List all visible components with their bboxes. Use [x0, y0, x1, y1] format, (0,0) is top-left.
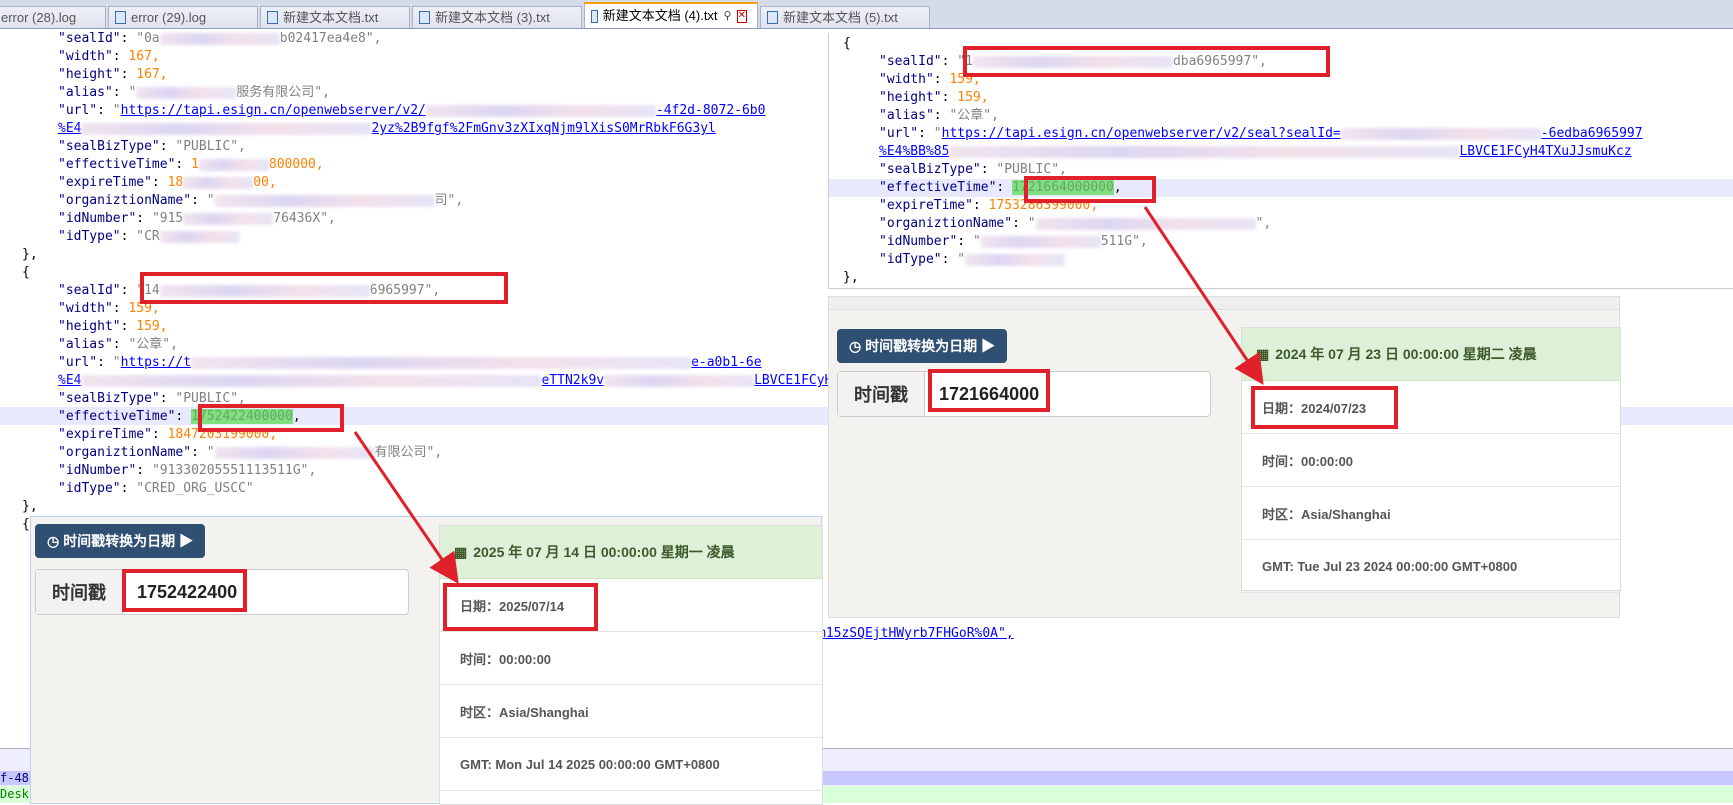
tab-label: error (29).log	[131, 9, 207, 25]
tab-new-text-doc-3[interactable]: 新建文本文档 (3).txt	[412, 6, 582, 28]
result-gmt: GMT: Mon Jul 14 2025 00:00:00 GMT+0800	[440, 738, 822, 791]
code-line: {	[22, 265, 30, 280]
code-line: "organiztionName": " ",	[879, 216, 1272, 231]
tab-label: 新建文本文档 (4).txt	[602, 8, 718, 23]
code-line: {	[22, 517, 30, 532]
convert-button-label: 时间戳转换为日期	[865, 338, 978, 354]
highlight-box-timestamp-right	[928, 369, 1050, 412]
tab-bar: error (28).log error (29).log 新建文本文档.txt…	[0, 0, 1733, 29]
highlight-box-effective-right	[1024, 176, 1156, 203]
play-icon: ▶	[179, 533, 193, 549]
code-line: "sealBizType": "PUBLIC",	[58, 139, 246, 154]
highlight-box-effective-left	[198, 404, 344, 432]
result-header: ▦ 2024 年 07 月 23 日 00:00:00 星期二 凌晨	[1242, 328, 1620, 381]
highlight-box-timestamp-left	[122, 569, 247, 612]
tab-label: 新建文本文档 (5).txt	[783, 9, 898, 25]
code-line: "idNumber": "915 76436X",	[58, 211, 336, 226]
code-line: %E4 eTTN2k9v LBVCE1FCyH4TX	[58, 373, 856, 388]
tab-label: 新建文本文档 (3).txt	[435, 9, 550, 25]
code-line: %E4%BB%85 LBVCE1FCyH4TXuJJsmuKcz	[879, 144, 1632, 159]
code-line: "height": 159,	[879, 90, 989, 105]
code-line: "url": "https://t e-a0b1-6e	[58, 355, 762, 370]
play-icon: ▶	[981, 338, 995, 354]
result-time: 时间：00:00:00	[1242, 434, 1620, 487]
bottom-line: Desk	[0, 787, 29, 801]
tab-label: error (28).log	[1, 9, 77, 25]
code-line: "idNumber": "91330205551113511G",	[58, 463, 317, 478]
tab-new-text-doc-4[interactable]: 新建文本文档 (4).txt ⚲ ✕	[584, 2, 758, 28]
result-gmt: GMT: Tue Jul 23 2024 00:00:00 GMT+0800	[1242, 540, 1620, 593]
code-line: {	[843, 36, 851, 51]
close-icon[interactable]: ✕	[736, 9, 747, 23]
convert-button[interactable]: ◷ 时间戳转换为日期 ▶	[837, 329, 1007, 363]
result-header-text: 2024 年 07 月 23 日 00:00:00 星期二 凌晨	[1275, 346, 1537, 362]
code-line: "alias": " 服务有限公司",	[58, 85, 330, 100]
tab-error-29[interactable]: error (29).log	[108, 6, 258, 28]
code-line: "width": 167,	[58, 49, 160, 64]
code-line: "organiztionName": " 有限公司",	[58, 445, 443, 460]
result-header-text: 2025 年 07 月 14 日 00:00:00 星期一 凌晨	[473, 544, 735, 560]
timestamp-label: 时间戳	[838, 372, 925, 416]
tab-new-text-doc[interactable]: 新建文本文档.txt	[260, 6, 410, 28]
clock-icon: ◷	[849, 338, 862, 354]
code-line: "alias": "公章",	[58, 337, 178, 352]
convert-button-label: 时间戳转换为日期	[63, 533, 176, 549]
code-line: "effectiveTime": 1 800000,	[58, 157, 324, 172]
result-time: 时间：00:00:00	[440, 632, 822, 685]
code-fragment: m15zSQEjtHWyrb7FHGoR%0A",	[818, 626, 1014, 641]
clock-icon: ◷	[47, 533, 60, 549]
code-line: },	[22, 247, 38, 262]
code-line: },	[22, 499, 38, 514]
code-line: },	[843, 270, 859, 285]
code-line: "url": "https://tapi.esign.cn/openwebser…	[879, 126, 1643, 141]
code-line: "organiztionName": " 司",	[58, 193, 464, 208]
file-icon	[767, 11, 778, 24]
bottom-line: f-48	[0, 771, 29, 785]
code-line: "sealId": "0a b02417ea4e8",	[58, 31, 382, 46]
code-line: "expireTime": 18 00,	[58, 175, 277, 190]
convert-button[interactable]: ◷ 时间戳转换为日期 ▶	[35, 524, 205, 558]
code-line: "height": 167,	[58, 67, 168, 82]
calendar-icon: ▦	[454, 543, 468, 560]
code-line: %E4 2yz%2B9fgf%2FmGnv3zXIxqNjm9lXisS0MrRb…	[58, 121, 716, 136]
tab-new-text-doc-5[interactable]: 新建文本文档 (5).txt	[760, 6, 930, 28]
calendar-icon: ▦	[1256, 345, 1270, 362]
highlight-box-date-right	[1251, 386, 1398, 429]
result-timezone: 时区：Asia/Shanghai	[1242, 487, 1620, 540]
code-line: "alias": "公章",	[879, 108, 999, 123]
code-line: "url": "https://tapi.esign.cn/openwebser…	[58, 103, 766, 118]
code-line: "idType": "CRED_ORG_USCC"	[58, 481, 254, 496]
timestamp-converter-left: ◷ 时间戳转换为日期 ▶ 时间戳 1752422400 ▦ 2025 年 07 月…	[30, 516, 823, 805]
tab-error-28[interactable]: error (28).log	[0, 6, 106, 28]
file-icon	[115, 11, 126, 24]
file-icon	[267, 11, 278, 24]
result-card: ▦ 2024 年 07 月 23 日 00:00:00 星期二 凌晨 日期：202…	[1241, 327, 1621, 593]
code-line: "idType": "CR	[58, 228, 240, 246]
code-line: "idNumber": " 511G",	[879, 234, 1148, 249]
timestamp-label: 时间戳	[36, 570, 123, 614]
file-icon	[419, 11, 430, 24]
file-icon	[591, 9, 598, 23]
highlight-box-sealid-right	[963, 46, 1330, 77]
code-line: "height": 159,	[58, 319, 168, 334]
highlight-box-date-left	[443, 583, 598, 631]
result-header: ▦ 2025 年 07 月 14 日 00:00:00 星期一 凌晨	[440, 526, 822, 579]
pin-icon[interactable]: ⚲	[724, 5, 732, 27]
tab-label: 新建文本文档.txt	[283, 9, 379, 25]
result-card: ▦ 2025 年 07 月 14 日 00:00:00 星期一 凌晨 日期：202…	[439, 525, 823, 805]
highlight-box-sealid-left	[140, 272, 508, 304]
code-line: "idType": "	[879, 251, 1066, 269]
result-timezone: 时区：Asia/Shanghai	[440, 685, 822, 738]
timestamp-converter-right: ◷ 时间戳转换为日期 ▶ 时间戳 1721664000 ▦ 2024 年 07 月…	[828, 296, 1621, 618]
